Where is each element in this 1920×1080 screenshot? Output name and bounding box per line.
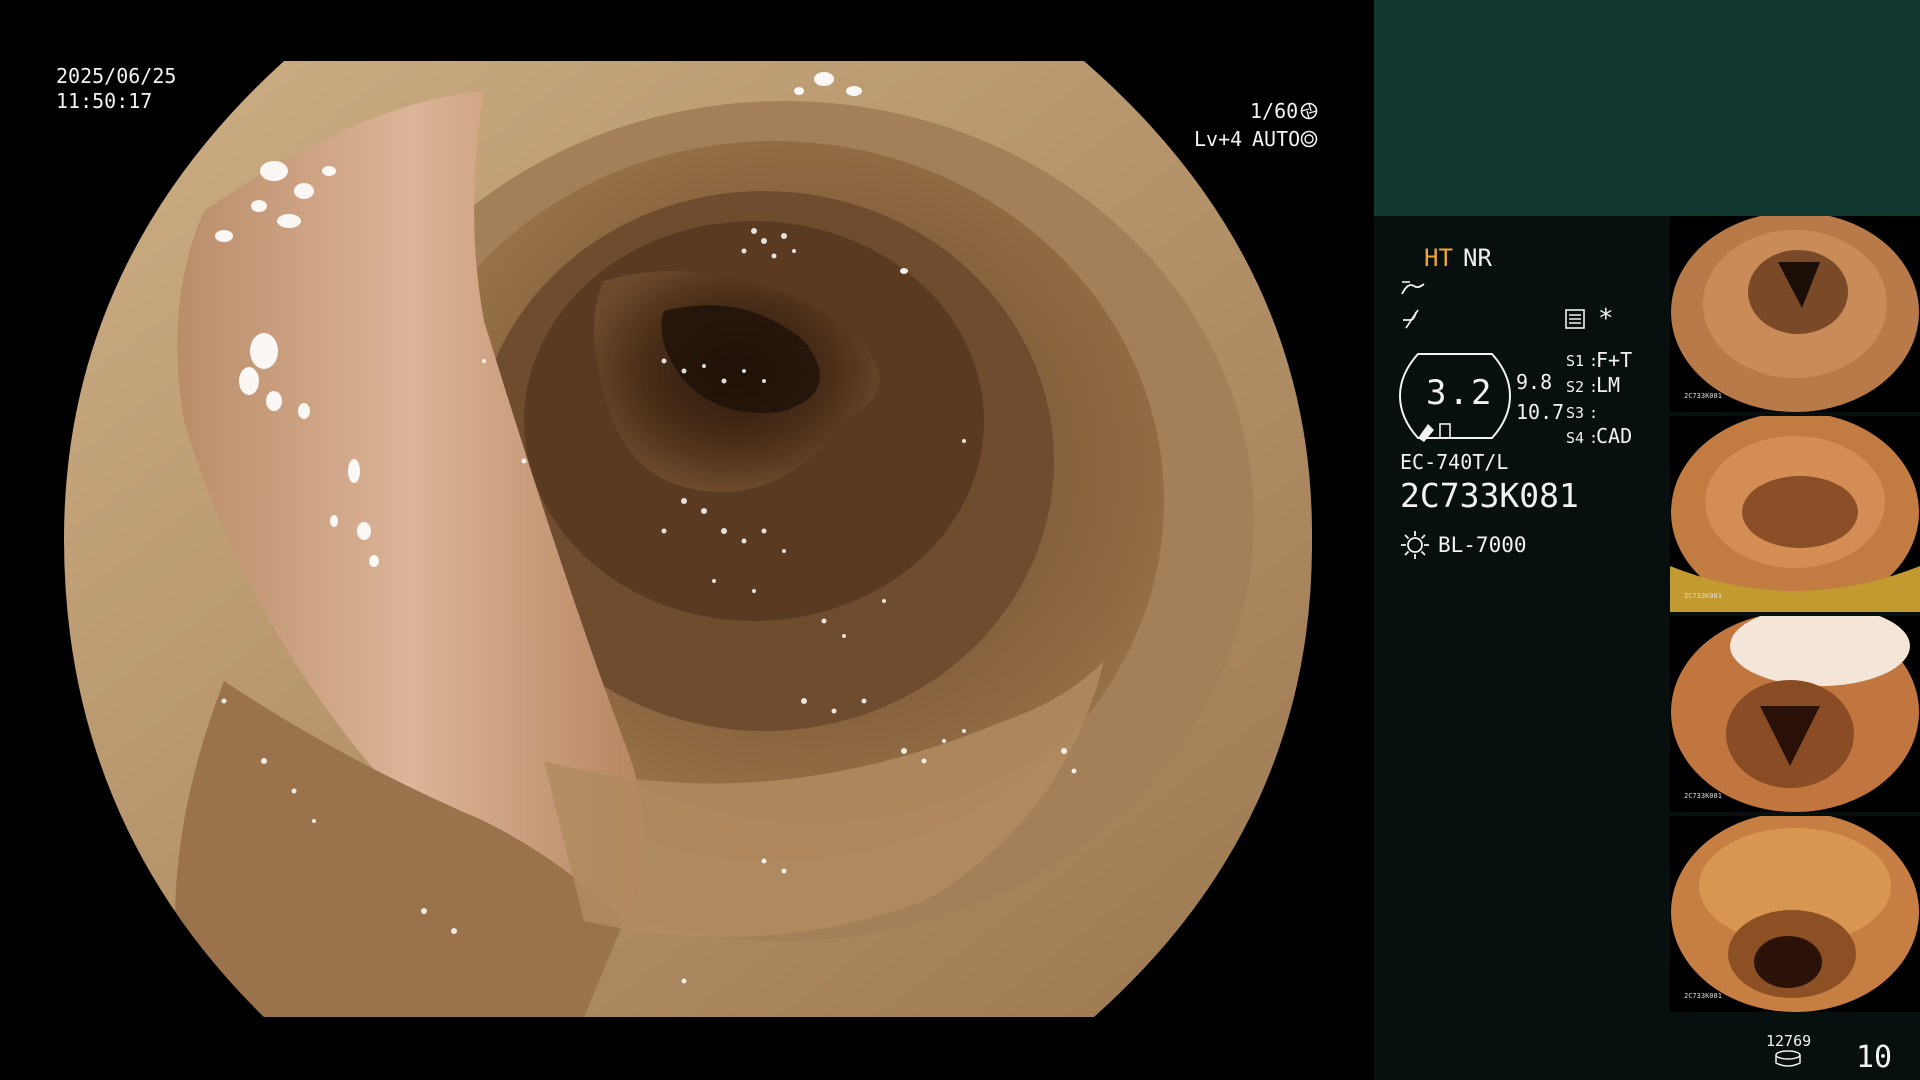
scope-serial: 2C733K081 (1400, 476, 1579, 515)
date-display: 2025/06/25 (56, 64, 177, 88)
value-b: 10.7 (1516, 400, 1565, 424)
switch-s3-key: S3 (1566, 404, 1585, 422)
thumbnail-serial: 2C733K081 (1684, 392, 1722, 400)
captured-thumbnail[interactable]: 2C733K081 (1670, 816, 1920, 1012)
switch-s1-key: S1 (1566, 352, 1585, 370)
value-a: 9.8 (1516, 370, 1553, 394)
memory-card-icon (1565, 309, 1585, 329)
side-panel-header (1374, 0, 1920, 216)
light-source-icon (1401, 531, 1429, 559)
time-display: 11:50:17 (56, 89, 153, 113)
endoscopic-image (64, 61, 1312, 1017)
switch-s2-key: S2 (1566, 378, 1585, 396)
captured-thumbnail[interactable]: 2C733K081 (1670, 416, 1920, 612)
thumbnail-serial: 2C733K081 (1684, 592, 1722, 600)
asterisk-indicator: * (1598, 304, 1614, 334)
auto-iris-icon (1300, 130, 1318, 148)
captured-thumbnail[interactable]: 2C733K081 (1670, 216, 1920, 412)
endoscope-view (64, 61, 1312, 1017)
scope-model: EC-740T/L (1400, 450, 1509, 474)
iris-mode: AUTO (1252, 127, 1301, 151)
switch-s4-value: CAD (1596, 424, 1633, 448)
shutter-speed: 1/60 (1250, 99, 1299, 123)
thumbnail-serial: 2C733K081 (1684, 792, 1722, 800)
storage-counter: 12769 (1766, 1032, 1812, 1050)
captured-thumbnail[interactable]: 2C733K081 (1670, 616, 1920, 812)
filter-icon (1403, 309, 1419, 329)
image-count: 10 (1856, 1040, 1893, 1075)
magnification-value: 3.2 (1426, 373, 1494, 413)
enhance-curve-icon (1401, 281, 1425, 295)
storage-icon (1775, 1050, 1801, 1067)
iris-level: Lv+4 (1194, 127, 1243, 151)
shutter-icon (1300, 102, 1318, 120)
switch-s1-value: F+T (1596, 348, 1633, 372)
light-source-model: BL-7000 (1438, 533, 1527, 557)
thumbnail-serial: 2C733K081 (1684, 992, 1722, 1000)
switch-s2-value: LM (1596, 373, 1621, 397)
nr-indicator: NR (1463, 244, 1492, 272)
ht-indicator: HT (1424, 244, 1453, 272)
switch-s4-key: S4 (1566, 429, 1585, 447)
